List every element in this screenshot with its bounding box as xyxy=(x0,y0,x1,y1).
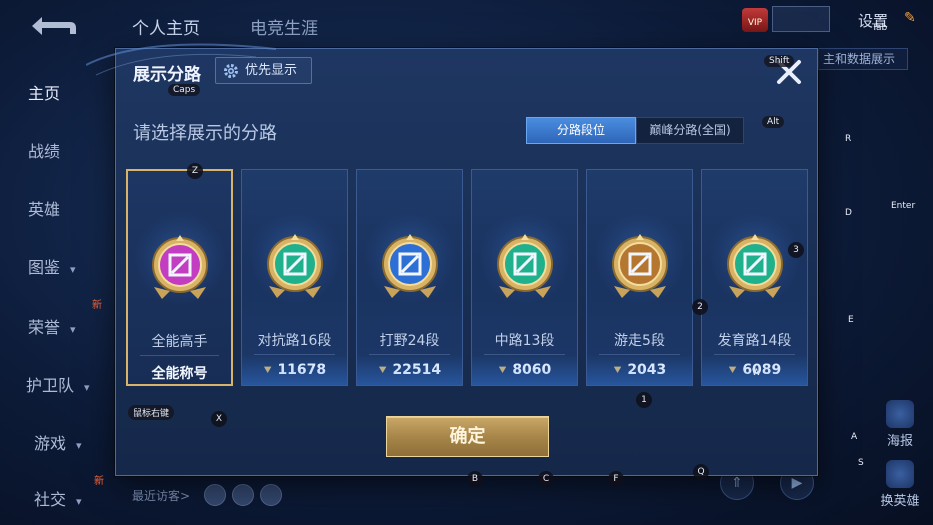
sidebar-item-games[interactable]: 游戏 ▾ xyxy=(34,430,82,454)
key-hint: Caps xyxy=(168,84,201,96)
lane-score: 全能称号 xyxy=(128,363,231,383)
chevron-down-icon: ▾ xyxy=(76,439,82,452)
dialog-title: 展示分路 xyxy=(133,65,201,85)
key-hint: 2 xyxy=(692,299,708,315)
card-bottom-glow xyxy=(587,355,692,385)
tab-profile[interactable]: 个人主页 xyxy=(132,14,200,39)
lane-card[interactable]: 全能高手 全能称号 xyxy=(126,169,233,386)
confirm-button[interactable]: 确定 xyxy=(386,416,549,457)
key-hint: A xyxy=(851,432,858,442)
lane-role-label: 中路13段 xyxy=(494,333,555,349)
poster-icon xyxy=(886,400,914,428)
chevron-down-icon: ▾ xyxy=(70,263,76,276)
sidebar-item-home[interactable]: 主页 xyxy=(28,80,60,104)
new-badge: 新 xyxy=(94,476,104,487)
lane-medal-icon xyxy=(381,234,438,298)
key-hint: D xyxy=(845,208,852,218)
tab-peak-lane-national[interactable]: 巅峰分路(全国) xyxy=(636,117,744,144)
lane-score-value: 全能称号 xyxy=(151,366,208,382)
lane-card[interactable]: 中路13段⯆8060 xyxy=(471,169,578,386)
sidebar-item-heroes[interactable]: 英雄 xyxy=(28,196,60,220)
key-hint: Tab xyxy=(872,23,888,33)
hero-swap-icon xyxy=(886,460,914,488)
key-hint: Z xyxy=(187,163,203,179)
vip-badge: VIP xyxy=(742,8,768,32)
chevron-down-icon: ▾ xyxy=(70,323,76,336)
key-hint: R xyxy=(845,134,852,144)
key-hint: 1 xyxy=(636,392,652,408)
lane-role-label: 发育路14段 xyxy=(717,333,792,349)
lane-medal-icon xyxy=(496,234,553,298)
sidebar: 主页 战绩 英雄 图鉴 ▾ 荣誉 ▾ 新 护卫队 ▾ 游戏 ▾ 社交 ▾ 新 xyxy=(0,60,115,525)
key-hint: B xyxy=(467,471,483,487)
vip-progress-box xyxy=(772,6,830,32)
priority-display-label: 优先显示 xyxy=(245,63,298,78)
key-hint: X xyxy=(211,411,227,427)
sidebar-item-social[interactable]: 社交 ▾ xyxy=(34,486,82,510)
chevron-down-icon: ▾ xyxy=(84,381,90,394)
lane-medal-icon xyxy=(726,234,783,298)
key-hint: 鼠标右键 xyxy=(128,405,175,420)
sidebar-item-record[interactable]: 战绩 xyxy=(28,138,60,162)
key-hint: C xyxy=(538,471,554,487)
key-hint: F xyxy=(608,471,624,487)
lane-role-label: 打野24段 xyxy=(379,333,440,349)
key-hint: Alt xyxy=(762,116,785,128)
lane-role-label: 对抗路16段 xyxy=(257,333,332,349)
lane-medal-icon xyxy=(266,234,323,298)
lane-card[interactable]: 对抗路16段⯆11678 xyxy=(241,169,348,386)
sidebar-item-gallery[interactable]: 图鉴 ▾ xyxy=(28,254,76,278)
new-badge: 新 xyxy=(92,300,102,311)
card-bottom-glow xyxy=(472,355,577,385)
lane-medal-icon xyxy=(611,234,668,298)
lane-card[interactable]: 发育路14段⯆6089 xyxy=(701,169,808,386)
key-hint: S xyxy=(858,458,864,468)
key-hint: Enter xyxy=(891,201,916,211)
card-bottom-glow xyxy=(242,355,347,385)
divider xyxy=(140,355,219,356)
sidebar-item-honor[interactable]: 荣誉 ▾ xyxy=(28,314,76,338)
gear-icon xyxy=(224,64,238,78)
back-arrow-icon[interactable] xyxy=(26,12,78,40)
key-hint: 3 xyxy=(788,242,804,258)
tab-lane-rank[interactable]: 分路段位 xyxy=(526,117,636,144)
wrench-icon[interactable]: ✎ xyxy=(904,10,916,26)
poster-button[interactable]: 海报 xyxy=(870,400,930,449)
lane-role-label: 全能高手 xyxy=(151,334,208,350)
key-hint: Q xyxy=(693,464,709,480)
priority-display-button[interactable]: 优先显示 xyxy=(215,57,312,84)
lane-card[interactable]: 游走5段⯆2043 xyxy=(586,169,693,386)
chevron-down-icon: ▾ xyxy=(76,495,82,508)
lane-card[interactable]: 打野24段⯆22514 xyxy=(356,169,463,386)
lane-role-label: 游走5段 xyxy=(614,333,665,349)
data-display-banner[interactable]: 主和数据展示 xyxy=(818,48,908,70)
recent-visitors-label[interactable]: 最近访客> xyxy=(132,487,190,504)
tab-esports-career[interactable]: 电竞生涯 xyxy=(250,14,318,39)
key-hint: W xyxy=(752,368,761,378)
card-bottom-glow xyxy=(357,355,462,385)
key-hint: E xyxy=(848,315,854,325)
avatar[interactable] xyxy=(232,484,254,506)
top-nav: 个人主页 电竞生涯 VIP 设置 ✎ 主和数据展示 xyxy=(0,0,933,70)
key-hint: Shift xyxy=(764,55,795,67)
change-hero-button[interactable]: 换英雄 xyxy=(870,460,930,509)
lane-medal-icon xyxy=(151,235,208,299)
select-lane-prompt: 请选择展示的分路 xyxy=(133,123,277,144)
avatar[interactable] xyxy=(204,484,226,506)
avatar[interactable] xyxy=(260,484,282,506)
sidebar-item-guard-team[interactable]: 护卫队 ▾ xyxy=(26,372,90,396)
